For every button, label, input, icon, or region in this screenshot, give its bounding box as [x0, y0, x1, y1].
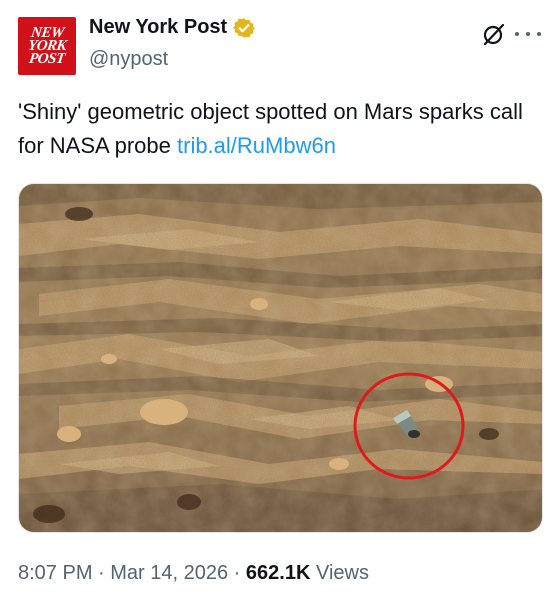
tweet-link[interactable]: trib.al/RuMbw6n	[177, 133, 336, 158]
account-handle[interactable]: @nypost	[89, 48, 168, 71]
tweet-text: 'Shiny' geometric object spotted on Mars…	[18, 95, 538, 163]
tweet-time[interactable]: 8:07 PM	[18, 562, 92, 584]
views-count: 662.1K	[245, 562, 311, 584]
mars-surface-photo	[19, 184, 542, 532]
more-options-icon[interactable]	[515, 24, 541, 44]
verified-badge-icon	[233, 17, 256, 38]
meta-separator: ·	[92, 562, 111, 584]
views-label: Views	[310, 562, 369, 584]
tweet-media[interactable]	[18, 183, 543, 533]
account-avatar[interactable]: NEW YORK POST	[18, 17, 76, 75]
tweet-date[interactable]: Mar 14, 2026	[110, 562, 228, 584]
author-name-row: New York Post	[89, 16, 256, 39]
grok-icon[interactable]	[482, 22, 506, 46]
tweet-meta: 8:07 PM · Mar 14, 2026 · 662.1K Views	[18, 562, 369, 585]
display-name[interactable]: New York Post	[89, 16, 227, 39]
logo-line-post: POST	[28, 50, 66, 67]
meta-separator: ·	[228, 562, 246, 584]
